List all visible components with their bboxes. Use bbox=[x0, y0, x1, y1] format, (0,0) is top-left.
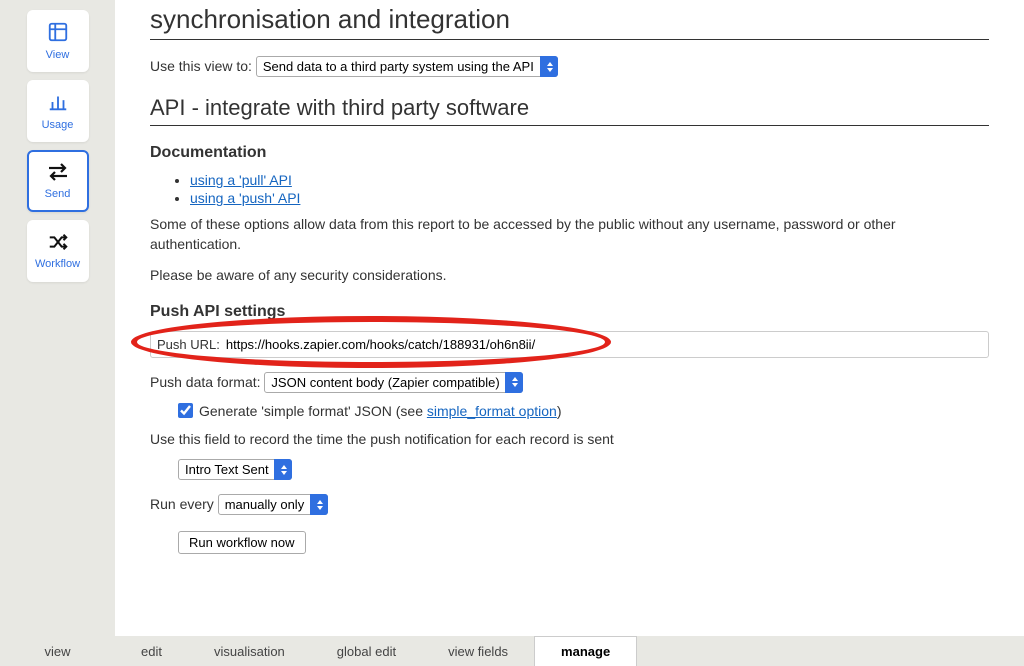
run-every-label: Run every bbox=[150, 496, 214, 512]
main-content: synchronisation and integration Use this… bbox=[115, 0, 1024, 636]
push-url-input[interactable] bbox=[226, 335, 982, 354]
grid-icon bbox=[47, 21, 69, 46]
simple-format-row: Generate 'simple format' JSON (see simpl… bbox=[178, 403, 989, 419]
list-item: using a 'push' API bbox=[190, 190, 989, 206]
pull-api-link[interactable]: using a 'pull' API bbox=[190, 172, 292, 188]
doc-links: using a 'pull' API using a 'push' API bbox=[190, 172, 989, 206]
push-format-label: Push data format: bbox=[150, 374, 261, 390]
transfer-icon bbox=[46, 162, 70, 185]
bottom-tabs: view edit visualisation global edit view… bbox=[0, 636, 1024, 666]
sidebar-item-label: Workflow bbox=[35, 258, 80, 270]
tab-global-edit[interactable]: global edit bbox=[311, 636, 422, 666]
record-time-text: Use this field to record the time the pu… bbox=[150, 429, 989, 449]
api-heading: API - integrate with third party softwar… bbox=[150, 95, 989, 126]
run-workflow-button[interactable]: Run workflow now bbox=[178, 531, 306, 554]
sidebar-item-workflow[interactable]: Workflow bbox=[27, 220, 89, 282]
sidebar-item-label: View bbox=[46, 49, 70, 61]
documentation-heading: Documentation bbox=[150, 144, 989, 162]
record-time-select[interactable]: Intro Text Sent bbox=[178, 459, 292, 480]
sidebar-item-send[interactable]: Send bbox=[27, 150, 89, 212]
push-url-row: Push URL: bbox=[150, 331, 989, 358]
page-title: synchronisation and integration bbox=[150, 4, 989, 40]
sidebar: View Usage Send Workflow bbox=[0, 0, 115, 666]
sidebar-item-label: Send bbox=[45, 188, 71, 200]
tab-visualisation[interactable]: visualisation bbox=[188, 636, 311, 666]
simple-format-checkbox[interactable] bbox=[178, 403, 193, 418]
warning-text-1: Some of these options allow data from th… bbox=[150, 214, 989, 255]
simple-format-label: Generate 'simple format' JSON (see simpl… bbox=[199, 403, 562, 419]
tab-view-fields[interactable]: view fields bbox=[422, 636, 534, 666]
tab-manage[interactable]: manage bbox=[534, 636, 637, 666]
tab-view[interactable]: view bbox=[0, 636, 115, 666]
sidebar-item-view[interactable]: View bbox=[27, 10, 89, 72]
push-settings-heading: Push API settings bbox=[150, 303, 989, 321]
use-view-select[interactable]: Send data to a third party system using … bbox=[256, 56, 558, 77]
shuffle-icon bbox=[47, 232, 69, 255]
run-every-row: Run every manually only bbox=[150, 494, 989, 515]
warning-text-2: Please be aware of any security consider… bbox=[150, 265, 989, 285]
simple-format-link[interactable]: simple_format option bbox=[427, 403, 557, 419]
record-time-field-row: Intro Text Sent bbox=[178, 459, 989, 480]
push-api-link[interactable]: using a 'push' API bbox=[190, 190, 300, 206]
sidebar-item-label: Usage bbox=[42, 119, 74, 131]
list-item: using a 'pull' API bbox=[190, 172, 989, 188]
bar-chart-icon bbox=[47, 91, 69, 116]
run-every-select[interactable]: manually only bbox=[218, 494, 328, 515]
use-view-label: Use this view to: bbox=[150, 58, 252, 74]
push-format-row: Push data format: JSON content body (Zap… bbox=[150, 372, 989, 393]
push-format-select[interactable]: JSON content body (Zapier compatible) bbox=[264, 372, 523, 393]
use-view-row: Use this view to: Send data to a third p… bbox=[150, 56, 989, 77]
tab-edit[interactable]: edit bbox=[115, 636, 188, 666]
sidebar-item-usage[interactable]: Usage bbox=[27, 80, 89, 142]
push-url-label: Push URL: bbox=[157, 337, 220, 352]
